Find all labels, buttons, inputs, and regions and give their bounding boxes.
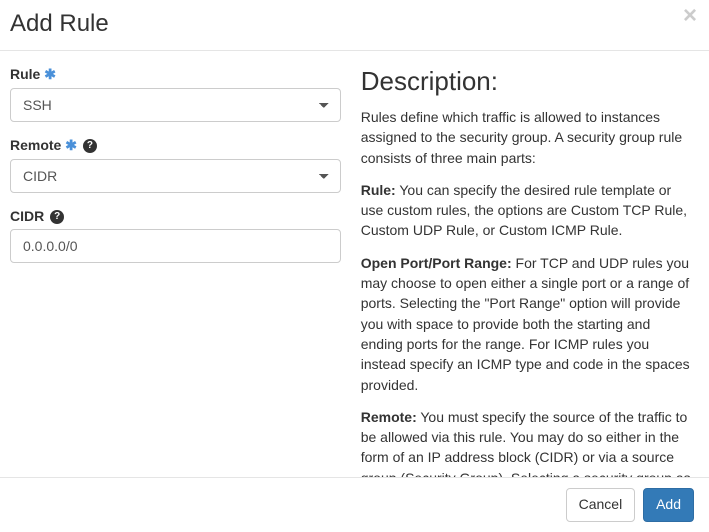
description-port-text: For TCP and UDP rules you may choose to … (361, 255, 690, 393)
description-heading: Description: (361, 66, 691, 97)
cidr-input[interactable] (10, 229, 341, 263)
add-button[interactable]: Add (643, 488, 694, 522)
remote-group: Remote ✱ ? CIDR (10, 137, 341, 193)
modal-title: Add Rule (10, 10, 694, 38)
form-column: Rule ✱ SSH Remote ✱ ? CIDR C (10, 66, 341, 467)
rule-label-text: Rule (10, 66, 40, 82)
rule-select[interactable]: SSH (10, 88, 341, 122)
description-remote-label: Remote: (361, 409, 417, 425)
remote-label: Remote ✱ ? (10, 137, 341, 154)
required-star-icon: ✱ (65, 137, 77, 153)
description-rule-label: Rule: (361, 182, 396, 198)
rule-group: Rule ✱ SSH (10, 66, 341, 122)
remote-select[interactable]: CIDR (10, 159, 341, 193)
close-icon[interactable]: × (683, 4, 697, 28)
description-rule: Rule: You can specify the desired rule t… (361, 180, 691, 241)
description-remote: Remote: You must specify the source of t… (361, 407, 691, 477)
add-rule-modal: Add Rule × Rule ✱ SSH Remote ✱ ? (0, 0, 709, 532)
description-column: Description: Rules define which traffic … (361, 66, 699, 467)
remote-label-text: Remote (10, 137, 61, 153)
modal-footer: Cancel Add (0, 477, 709, 532)
help-icon[interactable]: ? (50, 210, 64, 224)
cidr-label-text: CIDR (10, 208, 44, 224)
description-port-label: Open Port/Port Range: (361, 255, 512, 271)
cancel-button[interactable]: Cancel (566, 488, 636, 522)
description-rule-text: You can specify the desired rule templat… (361, 182, 687, 239)
help-icon[interactable]: ? (83, 139, 97, 153)
description-intro: Rules define which traffic is allowed to… (361, 107, 691, 168)
cidr-group: CIDR ? (10, 208, 341, 263)
rule-label: Rule ✱ (10, 66, 341, 83)
cidr-label: CIDR ? (10, 208, 341, 224)
required-star-icon: ✱ (44, 66, 56, 82)
modal-header: Add Rule × (0, 0, 709, 51)
description-port: Open Port/Port Range: For TCP and UDP ru… (361, 253, 691, 395)
modal-body: Rule ✱ SSH Remote ✱ ? CIDR C (0, 51, 709, 477)
